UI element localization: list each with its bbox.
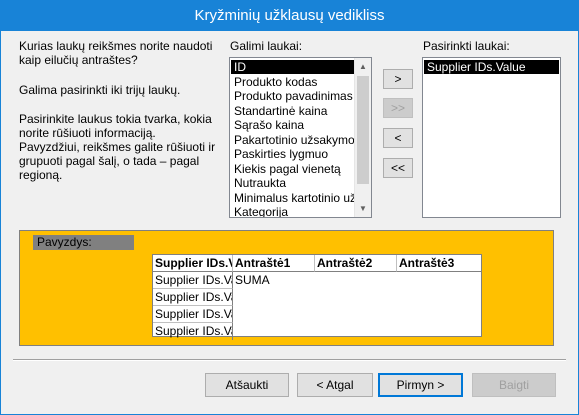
scrollbar-thumb[interactable] bbox=[357, 76, 369, 184]
add-all-fields-button[interactable]: >> bbox=[383, 98, 413, 118]
available-field-item[interactable]: Kategorija bbox=[231, 205, 288, 217]
selected-fields-list[interactable]: Supplier IDs.Value bbox=[422, 57, 561, 218]
preview-column-header: Antraštė1 bbox=[233, 255, 315, 272]
preview-grid: Supplier IDs.V Antraštė1 Antraštė2 Antra… bbox=[152, 254, 482, 340]
remove-field-button[interactable]: < bbox=[383, 128, 413, 148]
available-field-item[interactable]: Sąrašo kaina bbox=[231, 118, 304, 132]
available-fields-label: Galimi laukai: bbox=[230, 39, 303, 53]
available-field-item[interactable]: Produkto kodas bbox=[231, 75, 317, 89]
preview-row-header: Supplier IDs.Value bbox=[153, 289, 233, 306]
remove-all-fields-button[interactable]: << bbox=[383, 158, 413, 178]
instruction-order-hint: Pasirinkite laukus tokia tvarka, kokia n… bbox=[19, 112, 216, 182]
preview-row-header: Supplier IDs.Value bbox=[153, 272, 233, 289]
preview-column-header: Antraštė2 bbox=[315, 255, 397, 272]
crosstab-wizard-dialog: Kryžminių užklausų vedikliss Kurias lauk… bbox=[0, 0, 579, 415]
dialog-title: Kryžminių užklausų vedikliss bbox=[1, 1, 578, 31]
footer-divider bbox=[13, 359, 566, 361]
scroll-down-icon[interactable]: ▼ bbox=[355, 200, 371, 217]
preview-panel: Pavyzdys: Supplier IDs.V Antraštė1 Antra… bbox=[19, 230, 554, 346]
preview-row-header: Supplier IDs.Value bbox=[153, 323, 233, 340]
add-field-button[interactable]: > bbox=[383, 69, 413, 89]
preview-column-header: Antraštė3 bbox=[397, 255, 481, 272]
preview-corner-header: Supplier IDs.V bbox=[153, 255, 233, 272]
selected-fields-label: Pasirinkti laukai: bbox=[423, 39, 510, 53]
preview-label: Pavyzdys: bbox=[33, 235, 134, 250]
available-field-item[interactable]: Produkto pavadinimas bbox=[231, 89, 353, 103]
back-button[interactable]: < Atgal bbox=[297, 373, 373, 397]
instruction-limit: Galima pasirinkti iki trijų laukų. bbox=[19, 83, 181, 97]
cancel-button[interactable]: Atšaukti bbox=[205, 373, 289, 397]
preview-value-cell: SUMA bbox=[235, 273, 270, 287]
instruction-question: Kurias laukų reikšmes norite naudoti kai… bbox=[19, 39, 213, 67]
selected-field-item[interactable]: Supplier IDs.Value bbox=[424, 60, 559, 74]
available-field-item[interactable]: Paskirties lygmuo bbox=[231, 147, 328, 161]
preview-row-header: Supplier IDs.Value bbox=[153, 306, 233, 323]
available-field-item[interactable]: Nutraukta bbox=[231, 176, 286, 190]
available-fields-scrollbar[interactable]: ▲ ▼ bbox=[354, 58, 371, 217]
available-field-item[interactable]: Standartinė kaina bbox=[231, 104, 327, 118]
available-field-item[interactable]: Pakartotinio užsakymo lyg bbox=[231, 133, 371, 147]
finish-button[interactable]: Baigti bbox=[472, 373, 556, 397]
available-field-item[interactable]: Minimalus kartotinio užsaky bbox=[231, 191, 371, 205]
available-field-item[interactable]: Kiekis pagal vienetą bbox=[231, 162, 341, 176]
scroll-up-icon[interactable]: ▲ bbox=[355, 58, 371, 75]
next-button[interactable]: Pirmyn > bbox=[378, 373, 463, 397]
available-field-item[interactable]: ID bbox=[231, 60, 356, 74]
available-fields-list[interactable]: ID Produkto kodas Produkto pavadinimas S… bbox=[229, 57, 372, 218]
